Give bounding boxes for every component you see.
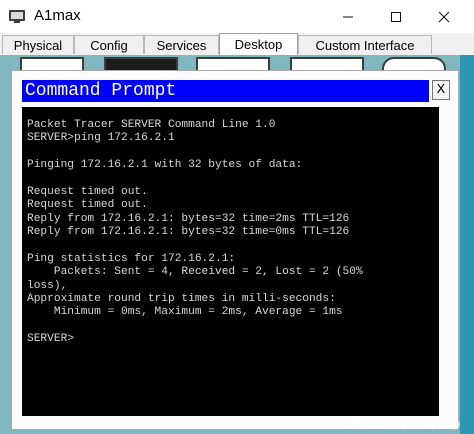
terminal-line: Request timed out. bbox=[27, 199, 148, 212]
desktop-app-icon[interactable] bbox=[20, 57, 84, 71]
desktop-app-icon[interactable] bbox=[196, 57, 270, 71]
tab-custom-interface[interactable]: Custom Interface bbox=[298, 35, 432, 54]
tab-services[interactable]: Services bbox=[144, 35, 219, 54]
tab-config[interactable]: Config bbox=[74, 35, 144, 54]
tab-physical[interactable]: Physical bbox=[2, 35, 74, 54]
terminal-line: Approximate round trip times in milli-se… bbox=[27, 293, 336, 306]
terminal-line: SERVER>ping 172.16.2.1 bbox=[27, 132, 175, 145]
desktop-app-icon[interactable] bbox=[382, 57, 446, 71]
maximize-icon bbox=[391, 11, 401, 22]
terminal-line: Reply from 172.16.2.1: bytes=32 time=2ms… bbox=[27, 212, 350, 225]
desktop-scroll-strip[interactable] bbox=[460, 55, 474, 434]
minimize-icon bbox=[343, 16, 353, 17]
terminal-output[interactable]: Packet Tracer SERVER Command Line 1.0 SER… bbox=[22, 107, 439, 416]
terminal-line: Packet Tracer SERVER Command Line 1.0 bbox=[27, 119, 276, 131]
tab-desktop[interactable]: Desktop bbox=[219, 33, 298, 55]
tab-bar: Physical Config Services Desktop Custom … bbox=[0, 33, 474, 55]
window-title: A1max bbox=[34, 7, 81, 24]
window-titlebar: A1max bbox=[0, 0, 474, 33]
terminal-line: Reply from 172.16.2.1: bytes=32 time=0ms… bbox=[27, 226, 350, 239]
command-prompt-window: Command Prompt X Packet Tracer SERVER Co… bbox=[11, 70, 459, 430]
minimize-button[interactable] bbox=[325, 0, 371, 33]
close-icon bbox=[438, 11, 450, 22]
close-window-button[interactable] bbox=[421, 0, 467, 33]
terminal-line: loss), bbox=[27, 279, 68, 292]
terminal-line: Request timed out. bbox=[27, 185, 148, 198]
command-prompt-close-button[interactable]: X bbox=[432, 80, 450, 100]
terminal-line: SERVER> bbox=[27, 333, 74, 346]
watermark: CSDN @biyezuopinvip bbox=[347, 418, 460, 430]
terminal-line: Minimum = 0ms, Maximum = 2ms, Average = … bbox=[27, 306, 343, 319]
desktop-app-icon[interactable] bbox=[104, 57, 178, 71]
terminal-line: Pinging 172.16.2.1 with 32 bytes of data… bbox=[27, 159, 303, 172]
terminal-line: Packets: Sent = 4, Received = 2, Lost = … bbox=[27, 266, 363, 279]
desktop-app-icon[interactable] bbox=[290, 57, 364, 71]
command-prompt-title: Command Prompt bbox=[22, 80, 429, 102]
terminal-line: Ping statistics for 172.16.2.1: bbox=[27, 252, 236, 265]
desktop-area: Command Prompt X Packet Tracer SERVER Co… bbox=[0, 55, 474, 434]
server-app-icon bbox=[9, 10, 25, 23]
maximize-button[interactable] bbox=[373, 0, 419, 33]
